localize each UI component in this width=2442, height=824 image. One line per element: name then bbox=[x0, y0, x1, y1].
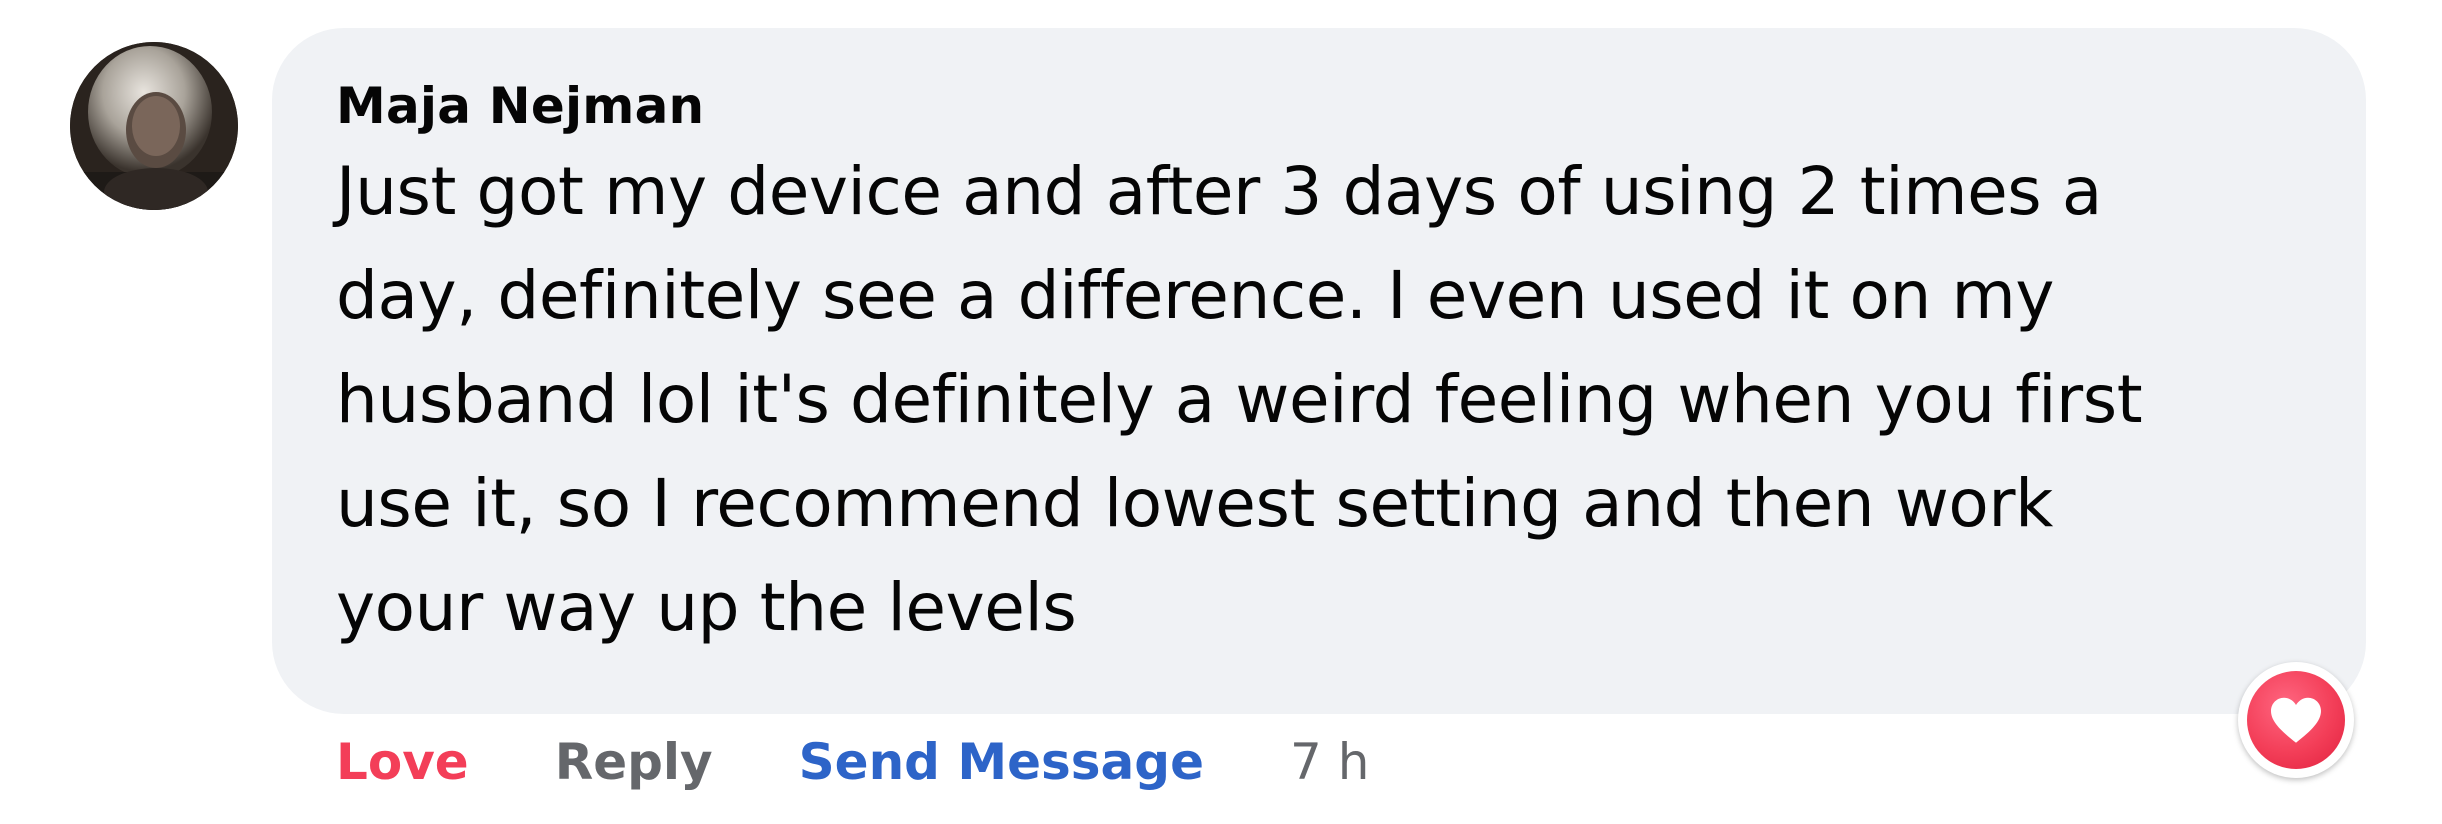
send-message-button[interactable]: Send Message bbox=[799, 733, 1204, 791]
heart-icon bbox=[2247, 671, 2345, 769]
reaction-badge[interactable] bbox=[2238, 662, 2354, 778]
comment-text-line: Just got my device and after 3 days of u… bbox=[336, 153, 2102, 230]
comment-text-line: use it, so I recommend lowest setting an… bbox=[336, 465, 2053, 542]
love-button[interactable]: Love bbox=[336, 733, 469, 791]
comment-actions: Love Reply Send Message 7 h bbox=[336, 722, 1369, 802]
comment-bubble: Maja Nejman Just got my device and after… bbox=[272, 28, 2366, 714]
comment-text-line: day, definitely see a difference. I even… bbox=[336, 257, 2055, 334]
comment-text-line: husband lol it's definitely a weird feel… bbox=[336, 361, 2143, 438]
comment-author[interactable]: Maja Nejman bbox=[336, 76, 2366, 136]
avatar[interactable] bbox=[70, 42, 238, 210]
avatar-photo bbox=[70, 42, 238, 210]
timestamp[interactable]: 7 h bbox=[1290, 733, 1369, 791]
comment-text-line: your way up the levels bbox=[336, 569, 1077, 646]
reply-button[interactable]: Reply bbox=[555, 733, 713, 791]
